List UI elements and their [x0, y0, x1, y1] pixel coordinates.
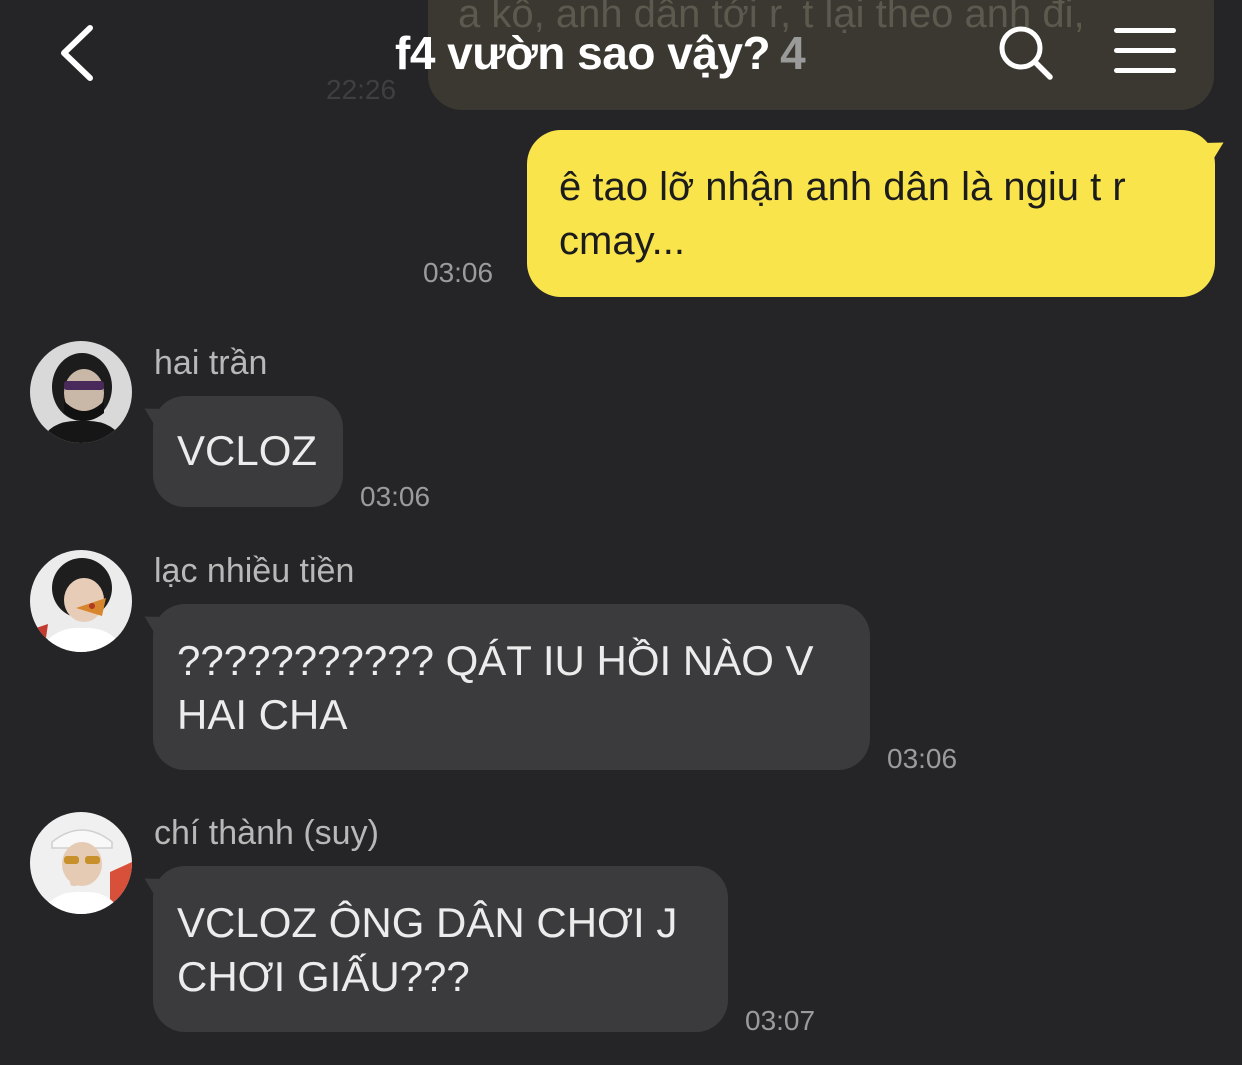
message-text: ??????????? QÁT IU HỒI NÀO V HAI CHA — [177, 637, 814, 738]
message-text: ê tao lỡ nhận anh dân là ngiu t r cmay..… — [559, 165, 1126, 263]
message-text: VCLOZ — [177, 427, 318, 474]
message-time: 03:06 — [360, 481, 431, 512]
back-button[interactable] — [52, 22, 112, 84]
chevron-left-icon — [61, 25, 93, 81]
message-time: 03:07 — [745, 1005, 816, 1036]
incoming-message-bubble[interactable]: VCLOZ — [153, 396, 343, 507]
avatar[interactable] — [30, 341, 132, 443]
search-button[interactable] — [996, 24, 1056, 84]
avatar[interactable] — [30, 550, 132, 652]
outgoing-message-bubble[interactable]: ê tao lỡ nhận anh dân là ngiu t r cmay..… — [527, 130, 1215, 297]
message-time: 03:06 — [887, 743, 958, 774]
menu-button[interactable] — [1114, 28, 1178, 76]
incoming-message-bubble[interactable]: VCLOZ ÔNG DÂN CHƠI J CHƠI GIẤU??? — [153, 866, 728, 1032]
member-count: 4 — [780, 27, 806, 79]
sender-name: lạc nhiều tiền — [154, 552, 355, 590]
avatar[interactable] — [30, 812, 132, 914]
avatar-image — [30, 341, 132, 443]
chat-header: f4 vườn sao vậy? 4 — [0, 0, 1242, 110]
message-time: 03:06 — [423, 257, 494, 288]
search-icon — [999, 26, 1053, 80]
avatar-image — [30, 550, 132, 652]
message-text: VCLOZ ÔNG DÂN CHƠI J CHƠI GIẤU??? — [177, 899, 678, 1000]
chat-title-text: f4 vườn sao vậy? — [395, 27, 771, 79]
chat-title[interactable]: f4 vườn sao vậy? 4 — [395, 26, 806, 82]
incoming-message-bubble[interactable]: ??????????? QÁT IU HỒI NÀO V HAI CHA — [153, 604, 870, 770]
hamburger-menu-icon — [1114, 28, 1176, 33]
sender-name: chí thành (suy) — [154, 814, 379, 852]
avatar-image — [30, 812, 132, 914]
sender-name: hai trần — [154, 344, 268, 382]
